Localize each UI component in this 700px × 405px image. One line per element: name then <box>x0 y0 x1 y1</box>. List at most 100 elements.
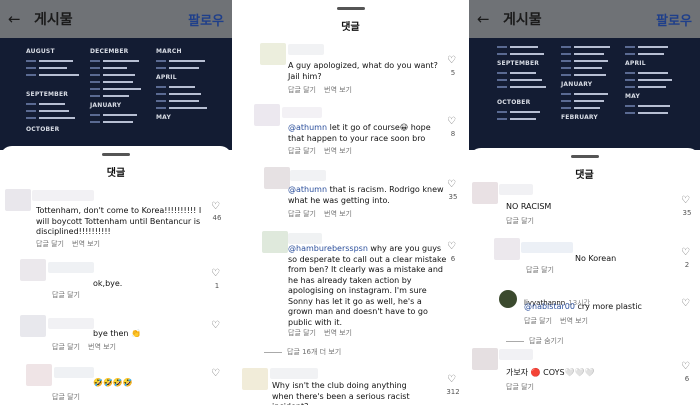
username-blur <box>48 318 94 329</box>
avatar[interactable] <box>5 189 31 211</box>
heart-icon[interactable]: ♡ <box>211 321 220 331</box>
poster-column: JANUARY FEBRUARY <box>561 44 610 124</box>
heart-icon[interactable]: ♡ <box>211 369 220 379</box>
poster-column: AUGUST SEPTEMBER OCTOBER <box>26 44 79 136</box>
fixtures-poster: AUGUST SEPTEMBER OCTOBER DECEMBER JANUAR… <box>0 38 232 150</box>
reply-link[interactable]: 답글 달기 <box>524 316 552 326</box>
avatar[interactable] <box>20 259 46 281</box>
reply-link[interactable]: 답글 달기 <box>36 239 64 249</box>
view-more-replies[interactable]: 답글 16개 더 보기 <box>264 347 341 357</box>
mention-link[interactable]: @nabistar00 <box>524 302 575 311</box>
mention-link[interactable]: @athumn <box>288 123 327 132</box>
heart-icon[interactable]: ♡ <box>447 56 456 66</box>
page-title: 게시물 <box>503 12 542 28</box>
like-count: 6 <box>684 375 690 383</box>
translate-link[interactable]: 번역 보기 <box>324 328 352 338</box>
avatar[interactable] <box>260 43 286 65</box>
comment-item: bye then 👏 답글 달기 번역 보기 ♡ <box>0 312 232 356</box>
drag-handle[interactable] <box>336 7 365 10</box>
comment-text: 가보자 🔴 COYS🤍🤍🤍 <box>506 368 595 377</box>
fixtures-poster: SEPTEMBER OCTOBER JANUARY FEBRUARY APRIL… <box>469 38 700 150</box>
avatar[interactable] <box>262 231 288 253</box>
back-arrow-icon[interactable]: ← <box>477 10 493 28</box>
comment-actions: 답글 달기 <box>526 265 554 275</box>
comment-text: Why isn't the club doing anything when t… <box>272 381 410 405</box>
heart-icon[interactable]: ♡ <box>681 299 690 309</box>
mention-link[interactable]: @hamburebersspsn <box>288 244 368 253</box>
avatar[interactable] <box>264 167 290 189</box>
avatar[interactable] <box>494 238 520 260</box>
poster-column: APRIL MAY <box>625 44 672 117</box>
comment-item: 가보자 🔴 COYS🤍🤍🤍 답글 달기 ♡ 6 <box>469 346 700 405</box>
hide-replies[interactable]: 답글 숨기기 <box>506 336 563 346</box>
avatar[interactable] <box>499 290 517 308</box>
drag-handle[interactable] <box>102 153 130 156</box>
comment-item: Why isn't the club doing anything when t… <box>234 364 467 405</box>
hide-replies-label: 답글 숨기기 <box>529 337 564 345</box>
follow-button[interactable]: 팔로우 <box>188 10 224 29</box>
avatar[interactable] <box>242 368 268 390</box>
heart-icon[interactable]: ♡ <box>447 117 456 127</box>
poster-column: DECEMBER JANUARY <box>90 44 141 126</box>
poster-month: APRIL <box>156 74 177 81</box>
poster-month: JANUARY <box>90 102 122 109</box>
avatar[interactable] <box>20 315 46 337</box>
username-blur <box>288 44 324 55</box>
follow-button[interactable]: 팔로우 <box>656 10 692 29</box>
comment-item: Tottenham, don't come to Korea!!!!!!!!!!… <box>0 186 232 254</box>
comment-actions: 답글 달기 번역 보기 <box>52 342 116 352</box>
reply-link[interactable]: 답글 달기 <box>52 342 80 352</box>
top-bar: ← 게시물 팔로우 <box>469 0 700 38</box>
heart-icon[interactable]: ♡ <box>681 362 690 372</box>
heart-icon[interactable]: ♡ <box>681 196 690 206</box>
translate-link[interactable]: 번역 보기 <box>324 85 352 95</box>
heart-icon[interactable]: ♡ <box>447 375 456 385</box>
username-blur <box>290 170 326 181</box>
comment-actions: 답글 달기 번역 보기 <box>524 316 588 326</box>
poster-month: APRIL <box>625 60 646 67</box>
back-arrow-icon[interactable]: ← <box>8 10 24 28</box>
username-blur <box>288 233 322 244</box>
heart-icon[interactable]: ♡ <box>211 202 220 212</box>
reply-link[interactable]: 답글 달기 <box>506 216 534 226</box>
heart-icon[interactable]: ♡ <box>447 180 456 190</box>
reply-link[interactable]: 답글 달기 <box>526 265 554 275</box>
reply-link[interactable]: 답글 달기 <box>52 392 80 402</box>
comment-actions: 답글 달기 번역 보기 <box>288 328 352 338</box>
comment-actions: 답글 달기 번역 보기 <box>288 85 352 95</box>
poster-month: SEPTEMBER <box>497 60 540 67</box>
poster-month: OCTOBER <box>26 126 60 133</box>
reply-link[interactable]: 답글 달기 <box>288 328 316 338</box>
reply-link[interactable]: 답글 달기 <box>506 382 534 392</box>
reply-link[interactable]: 답글 달기 <box>288 85 316 95</box>
avatar[interactable] <box>472 348 498 370</box>
translate-link[interactable]: 번역 보기 <box>72 239 100 249</box>
avatar[interactable] <box>254 104 280 126</box>
translate-link[interactable]: 번역 보기 <box>88 342 116 352</box>
left-screen: ← 게시물 팔로우 AUGUST SEPTEMBER OCTOBER DECEM… <box>0 0 232 405</box>
reply-link[interactable]: 답글 달기 <box>52 290 80 300</box>
like-count: 35 <box>682 209 692 217</box>
comment-item: ok,bye. 답글 달기 ♡ 1 <box>0 256 232 304</box>
translate-link[interactable]: 번역 보기 <box>560 316 588 326</box>
heart-icon[interactable]: ♡ <box>681 248 690 258</box>
comment-body: why are you guys so desperate to call ou… <box>288 244 447 327</box>
heart-icon[interactable]: ♡ <box>447 242 456 252</box>
comment-actions: 답글 달기 번역 보기 <box>288 146 352 156</box>
drag-handle[interactable] <box>570 155 599 158</box>
translate-link[interactable]: 번역 보기 <box>324 146 352 156</box>
username-blur <box>282 107 322 118</box>
like-count: 2 <box>684 261 690 269</box>
comment-text: bye then 👏 <box>93 329 141 338</box>
avatar[interactable] <box>26 364 52 386</box>
avatar[interactable] <box>472 182 498 204</box>
middle-screen: 댓글 A guy apologized, what do you want? J… <box>234 0 467 405</box>
comment-text: No Korean <box>575 254 617 263</box>
mention-link[interactable]: @athumn <box>288 185 327 194</box>
translate-link[interactable]: 번역 보기 <box>324 209 352 219</box>
heart-icon[interactable]: ♡ <box>211 269 220 279</box>
reply-link[interactable]: 답글 달기 <box>288 209 316 219</box>
more-replies-label: 답글 16개 더 보기 <box>287 348 342 356</box>
reply-link[interactable]: 답글 달기 <box>288 146 316 156</box>
comment-item: A guy apologized, what do you want? Jail… <box>234 40 467 100</box>
